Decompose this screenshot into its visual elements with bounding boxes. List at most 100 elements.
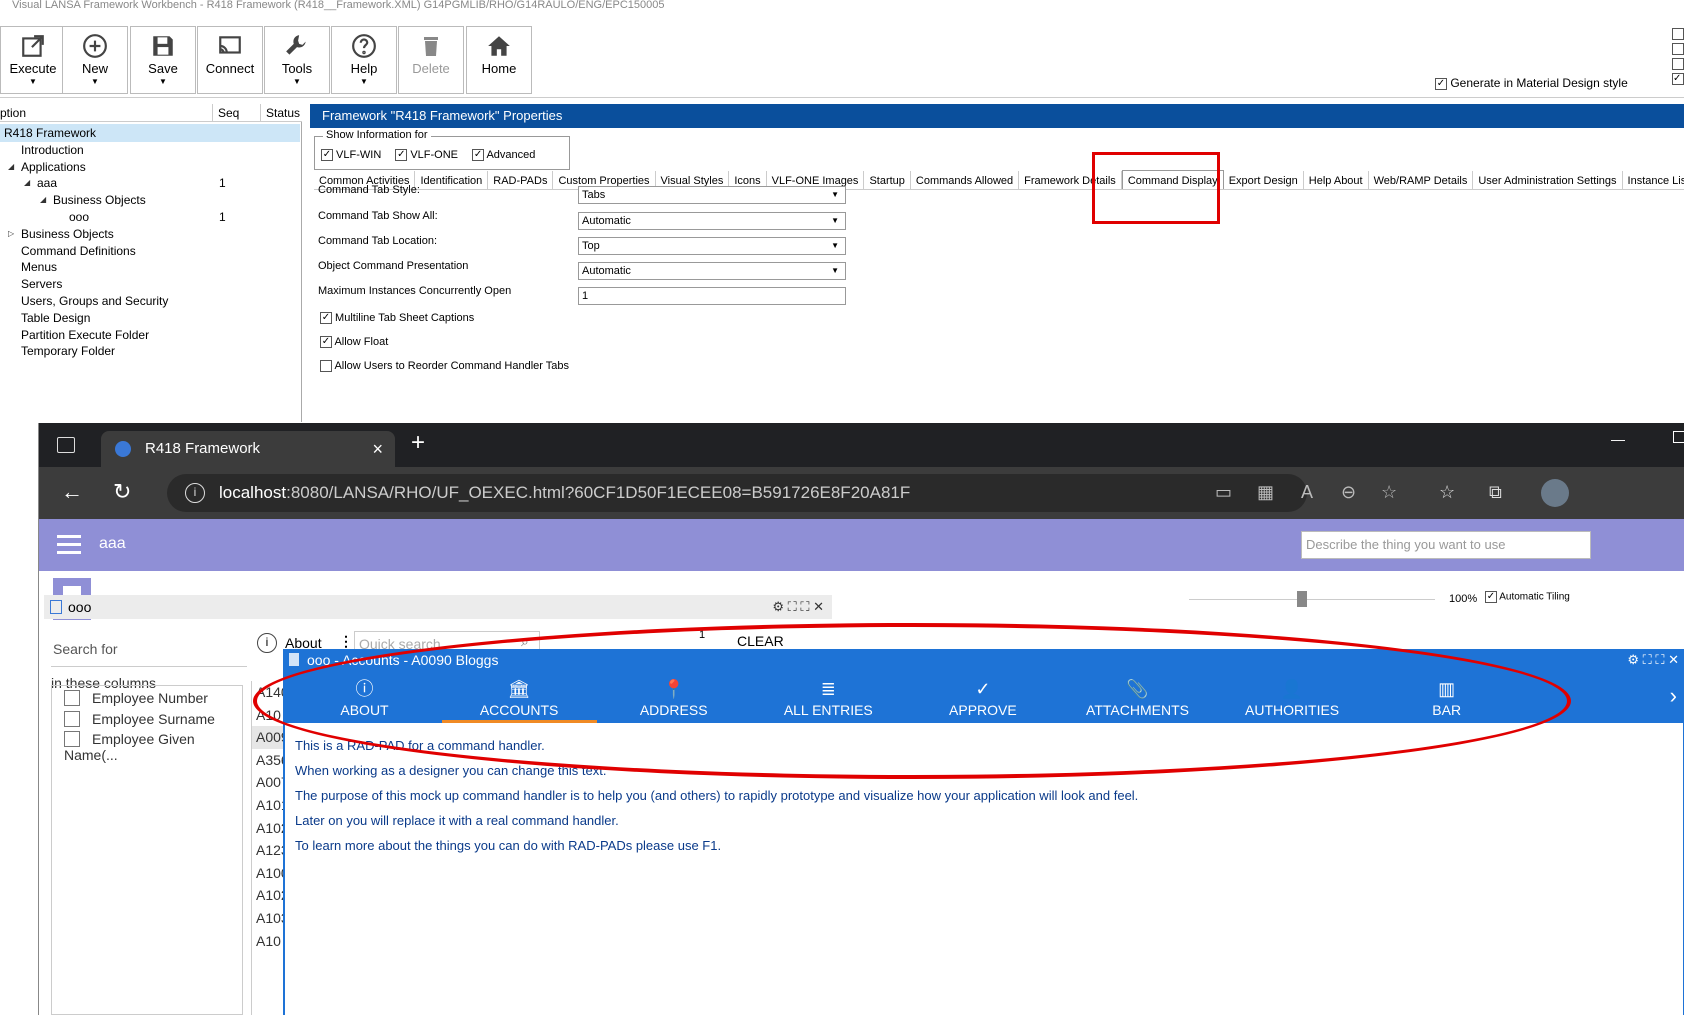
field-input[interactable]: 1 xyxy=(578,287,846,305)
app-search-input[interactable]: Describe the thing you want to use xyxy=(1301,531,1591,559)
close-icon[interactable]: ✕ xyxy=(1668,652,1679,667)
side-checkbox[interactable] xyxy=(1672,28,1684,40)
side-checkbox[interactable]: ✓ xyxy=(1672,73,1684,85)
settings-icon[interactable]: ⚙ xyxy=(772,599,784,614)
more-options-icon[interactable]: ⋮ xyxy=(339,633,353,650)
show-info-advanced[interactable]: ✓ Advanced xyxy=(472,149,535,162)
connect-button[interactable]: Connect xyxy=(197,26,263,94)
show-info-vlf-one[interactable]: ✓ VLF-ONE xyxy=(395,149,458,162)
column-checkbox[interactable] xyxy=(64,690,80,706)
home-button[interactable]: Home xyxy=(466,26,532,94)
auto-tiling-option[interactable]: ✓ Automatic Tiling xyxy=(1485,591,1570,603)
checkbox[interactable]: ✓ xyxy=(472,149,485,162)
new-tab-icon[interactable]: + xyxy=(411,429,425,457)
url-field[interactable]: i localhost:8080/LANSA/RHO/UF_OEXEC.html… xyxy=(167,474,1307,512)
restore-icon[interactable]: ⛶ xyxy=(800,599,809,614)
tree-item[interactable]: Servers xyxy=(0,275,300,293)
property-checkbox[interactable]: ✓ Multiline Tab Sheet Captions xyxy=(320,312,474,325)
favorite-add-icon[interactable]: ☆ xyxy=(1381,482,1397,503)
restore-icon[interactable]: ⛶ xyxy=(1655,652,1664,667)
new-button[interactable]: New ▼ xyxy=(62,26,128,94)
tab-instance-list-rela[interactable]: Instance List Rela xyxy=(1623,171,1684,189)
tree-item[interactable]: R418 Framework xyxy=(0,124,300,142)
sidebar-toggle-icon[interactable] xyxy=(57,437,75,453)
expand-icon[interactable]: ⛶ xyxy=(788,599,797,614)
tree-item[interactable]: Command Definitions xyxy=(0,242,300,260)
read-aloud-icon[interactable]: A xyxy=(1301,482,1313,503)
tree-header-status[interactable]: Status xyxy=(266,106,300,120)
tree-item[interactable]: ◢ aaa 1 xyxy=(0,174,300,192)
tree-item[interactable]: Partition Execute Folder xyxy=(0,326,300,344)
close-tab-icon[interactable]: × xyxy=(372,431,383,467)
tree-header-caption[interactable]: ption xyxy=(0,106,26,120)
apps-icon[interactable]: ▦ xyxy=(1257,482,1274,503)
tab-commands-allowed[interactable]: Commands Allowed xyxy=(911,171,1020,189)
auto-tiling-checkbox[interactable]: ✓ xyxy=(1485,591,1497,603)
field-select[interactable]: Tabs ▼ xyxy=(578,186,846,204)
generate-material-checkbox[interactable]: ✓ xyxy=(1435,77,1447,90)
expand-icon[interactable]: ⛶ xyxy=(1643,652,1652,667)
maximize-icon[interactable] xyxy=(1673,431,1684,443)
tab-user-administration-settings[interactable]: User Administration Settings xyxy=(1473,171,1623,189)
reload-icon[interactable]: ↻ xyxy=(113,479,131,505)
devices-icon[interactable]: ▭ xyxy=(1215,482,1232,503)
column-checkbox[interactable] xyxy=(64,731,80,747)
favorites-icon[interactable]: ☆ xyxy=(1439,482,1455,503)
tab-rad-pads[interactable]: RAD-PADs xyxy=(488,171,554,189)
tree-item[interactable]: ▷ Business Objects xyxy=(0,225,300,243)
collections-icon[interactable]: ⧉ xyxy=(1489,482,1502,503)
expanded-arrow-icon[interactable]: ◢ xyxy=(40,191,46,209)
generate-material-option[interactable]: ✓ Generate in Material Design style xyxy=(1435,76,1628,90)
side-checkbox[interactable] xyxy=(1672,58,1684,70)
column-item[interactable]: Employee Surname xyxy=(64,710,215,727)
search-for-field[interactable]: Search for xyxy=(51,637,247,667)
tab-export-design[interactable]: Export Design xyxy=(1224,171,1304,189)
tree-item[interactable]: Temporary Folder xyxy=(0,342,300,360)
minimize-icon[interactable]: — xyxy=(1611,431,1625,447)
column-item[interactable]: Employee Given Name(... xyxy=(64,731,242,763)
help-button[interactable]: Help ▼ xyxy=(331,26,397,94)
tab-help-about[interactable]: Help About xyxy=(1304,171,1369,189)
field-select[interactable]: Automatic ▼ xyxy=(578,262,846,280)
info-icon[interactable]: i xyxy=(257,633,277,653)
column-checkbox[interactable] xyxy=(64,710,80,727)
property-checkbox[interactable]: Allow Users to Reorder Command Handler T… xyxy=(320,360,569,373)
settings-icon[interactable]: ⚙ xyxy=(1627,652,1639,667)
tab-startup[interactable]: Startup xyxy=(864,171,911,189)
chevron-right-icon[interactable]: › xyxy=(1670,683,1677,709)
browser-tab[interactable]: R418 Framework × xyxy=(101,431,395,467)
field-select[interactable]: Automatic ▼ xyxy=(578,212,846,230)
tree-item[interactable]: Introduction xyxy=(0,141,300,159)
tree-item[interactable]: Users, Groups and Security xyxy=(0,292,300,310)
checkbox[interactable] xyxy=(320,360,332,373)
property-checkbox[interactable]: ✓ Allow Float xyxy=(320,336,388,349)
tree-item[interactable]: Menus xyxy=(0,258,300,276)
checkbox[interactable]: ✓ xyxy=(320,312,332,325)
profile-avatar[interactable] xyxy=(1541,479,1569,507)
column-item[interactable]: Employee Number xyxy=(64,690,208,706)
back-arrow-icon[interactable]: ← xyxy=(61,479,83,505)
checkbox[interactable]: ✓ xyxy=(395,149,408,162)
checkbox[interactable]: ✓ xyxy=(321,149,333,162)
tree-item[interactable]: ◢ Business Objects xyxy=(0,191,300,209)
tab-identification[interactable]: Identification xyxy=(415,171,489,189)
expanded-arrow-icon[interactable]: ◢ xyxy=(24,174,30,192)
checkbox[interactable]: ✓ xyxy=(320,336,332,349)
site-info-icon[interactable]: i xyxy=(185,483,205,503)
expanded-arrow-icon[interactable]: ◢ xyxy=(8,158,14,176)
collapsed-arrow-icon[interactable]: ▷ xyxy=(8,225,14,243)
tab-web-ramp-details[interactable]: Web/RAMP Details xyxy=(1369,171,1474,189)
hamburger-menu-icon[interactable] xyxy=(57,535,81,559)
side-checkbox[interactable] xyxy=(1672,43,1684,55)
tree-item[interactable]: ◢ Applications xyxy=(0,158,300,176)
tools-button[interactable]: Tools ▼ xyxy=(264,26,330,94)
zoom-slider-thumb[interactable] xyxy=(1297,591,1307,607)
show-info-vlf-win[interactable]: ✓ VLF-WIN xyxy=(321,149,381,162)
field-select[interactable]: Top ▼ xyxy=(578,237,846,255)
close-icon[interactable]: ✕ xyxy=(813,599,824,614)
tree-item[interactable]: ooo 1 xyxy=(0,208,300,226)
execute-button[interactable]: Execute ▼ xyxy=(0,26,66,94)
zoom-out-icon[interactable]: ⊖ xyxy=(1341,482,1356,503)
delete-button[interactable]: Delete xyxy=(398,26,464,94)
tree-header-seq[interactable]: Seq xyxy=(218,106,239,120)
